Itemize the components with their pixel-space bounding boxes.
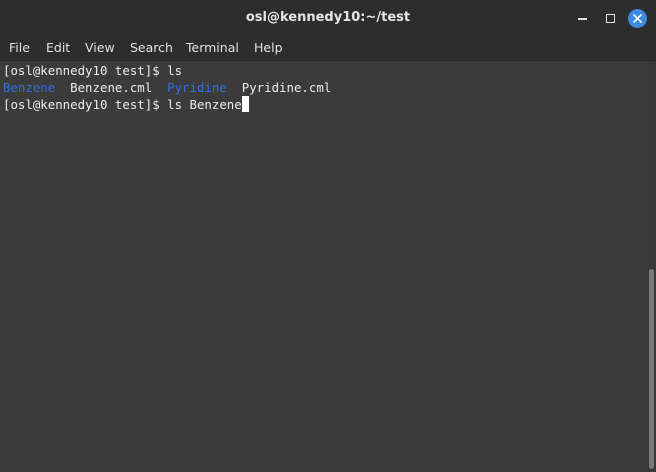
menu-file[interactable]: File — [9, 35, 30, 60]
terminal-line-1: [osl@kennedy10 test]$ ls — [3, 62, 182, 79]
directory-entry: Pyridine — [167, 80, 227, 95]
command-text: ls — [167, 63, 183, 78]
command-text: ls Benzene — [167, 97, 242, 112]
terminal-line-2: Benzene Benzene.cml Pyridine Pyridine.cm… — [3, 79, 331, 96]
menu-terminal[interactable]: Terminal — [186, 35, 239, 60]
menu-search[interactable]: Search — [130, 35, 173, 60]
scrollbar[interactable] — [648, 61, 656, 472]
prompt: [osl@kennedy10 test]$ — [3, 97, 168, 112]
close-icon — [627, 8, 647, 28]
menu-view[interactable]: View — [85, 35, 115, 60]
menu-edit[interactable]: Edit — [46, 35, 70, 60]
minimize-button[interactable] — [572, 8, 592, 28]
file-entry: Pyridine.cml — [241, 80, 332, 95]
title-bar[interactable]: osl@kennedy10:~/test — [0, 0, 656, 35]
prompt: [osl@kennedy10 test]$ — [3, 63, 168, 78]
terminal-window: osl@kennedy10:~/test File Edit View Sear… — [0, 0, 656, 472]
text-cursor — [241, 96, 249, 112]
file-entry: Benzene.cml — [70, 80, 153, 95]
menu-bar: File Edit View Search Terminal Help — [0, 35, 656, 61]
window-title: osl@kennedy10:~/test — [245, 10, 411, 25]
terminal-output[interactable]: [osl@kennedy10 test]$ ls Benzene Benzene… — [0, 61, 648, 472]
maximize-button[interactable] — [600, 8, 620, 28]
terminal-line-3: [osl@kennedy10 test]$ ls Benzene — [3, 96, 249, 113]
close-button[interactable] — [627, 8, 647, 28]
menu-help[interactable]: Help — [254, 35, 283, 60]
directory-entry: Benzene — [3, 80, 56, 95]
minimize-icon — [577, 17, 587, 20]
scrollbar-thumb[interactable] — [649, 269, 654, 469]
maximize-icon — [605, 13, 615, 23]
